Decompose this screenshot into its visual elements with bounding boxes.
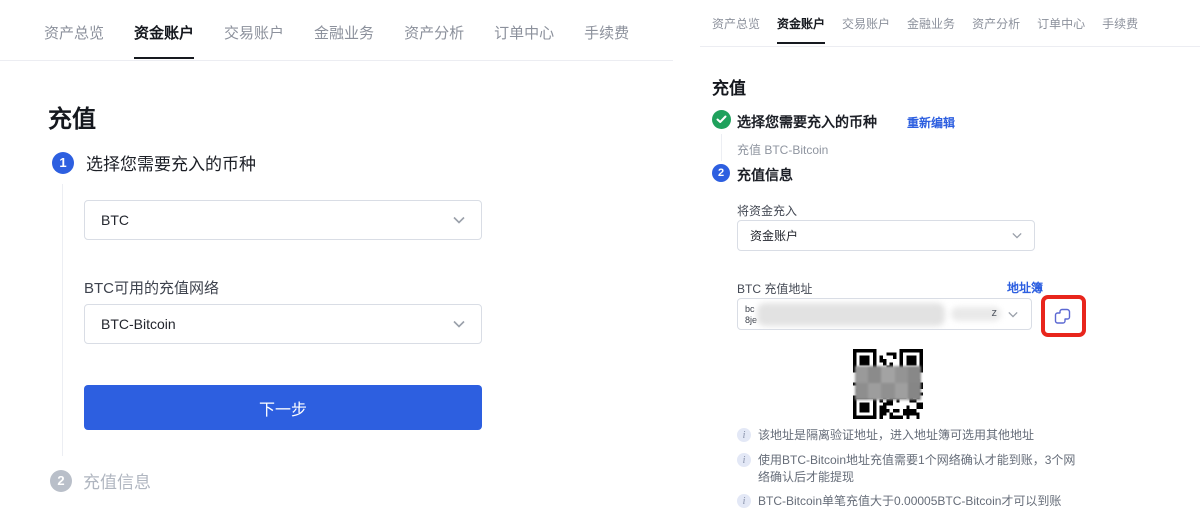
account-select-value: 资金账户: [750, 227, 798, 244]
chevron-down-icon: [1012, 232, 1022, 239]
info-icon: i: [737, 453, 751, 467]
chevron-down-icon: [1008, 311, 1018, 318]
nav-tab-asset-analysis[interactable]: 资产分析: [404, 22, 464, 59]
step-1-badge: 1: [52, 152, 74, 174]
chevron-down-icon: [453, 216, 465, 224]
network-select[interactable]: BTC-Bitcoin: [84, 304, 482, 344]
page-title: 充值: [712, 74, 746, 99]
nav-tab-financial-services[interactable]: 金融业务: [314, 22, 374, 59]
nav-tab-asset-analysis[interactable]: 资产分析: [972, 15, 1020, 44]
nav-tab-fees[interactable]: 手续费: [584, 22, 629, 59]
copy-highlight-annotation-box: [1041, 295, 1086, 337]
note-text: 该地址是隔离验证地址，进入地址簿可选用其他地址: [758, 427, 1080, 444]
chevron-down-icon: [453, 320, 465, 328]
network-select-value: BTC-Bitcoin: [101, 316, 176, 332]
note-item: i 使用BTC-Bitcoin地址充值需要1个网络确认才能到账，3个网络确认后才…: [737, 452, 1080, 486]
check-icon: [712, 110, 731, 129]
nav-tab-trading-account[interactable]: 交易账户: [842, 15, 890, 44]
note-text: 使用BTC-Bitcoin地址充值需要1个网络确认才能到账，3个网络确认后才能提…: [758, 452, 1080, 486]
nav-tab-asset-overview[interactable]: 资产总览: [712, 15, 760, 44]
note-item: i BTC-Bitcoin单笔充值大于0.00005BTC-Bitcoin才可以…: [737, 493, 1080, 510]
step-connector-line: [721, 134, 722, 161]
deposit-address-label: BTC 充值地址: [737, 280, 812, 297]
step-2-header: 2 充值信息: [50, 468, 151, 493]
deposit-address-field[interactable]: bc 8je z: [737, 298, 1032, 330]
step-2-badge: 2: [50, 470, 72, 492]
note-text: BTC-Bitcoin单笔充值大于0.00005BTC-Bitcoin才可以到账: [758, 493, 1080, 510]
address-text: bc 8je: [745, 304, 757, 326]
nav-tab-asset-overview[interactable]: 资产总览: [44, 22, 104, 59]
address-redaction-blur: [757, 303, 945, 326]
network-label: BTC可用的充值网络: [84, 277, 219, 298]
nav-tab-order-center[interactable]: 订单中心: [1037, 15, 1085, 44]
nav-tab-funding-account[interactable]: 资金账户: [134, 22, 194, 59]
step-2-label: 充值信息: [83, 468, 151, 493]
page-title: 充值: [48, 99, 96, 134]
coin-select-value: BTC: [101, 212, 129, 228]
step-1-label: 选择您需要充入的币种: [86, 150, 256, 175]
info-icon: i: [737, 428, 751, 442]
nav-tab-order-center[interactable]: 订单中心: [494, 22, 554, 59]
step-1-summary: 充值 BTC-Bitcoin: [737, 141, 828, 158]
deposit-panel-step2: 资产总览 资金账户 交易账户 金融业务 资产分析 订单中心 手续费 充值 选择您…: [700, 0, 1200, 529]
step-1-header: 1 选择您需要充入的币种: [52, 150, 256, 175]
nav-tab-financial-services[interactable]: 金融业务: [907, 15, 955, 44]
account-nav: 资产总览 资金账户 交易账户 金融业务 资产分析 订单中心 手续费: [0, 0, 673, 61]
address-book-link[interactable]: 地址簿: [1007, 279, 1043, 296]
info-icon: i: [737, 494, 751, 508]
deposit-panel-main: 资产总览 资金账户 交易账户 金融业务 资产分析 订单中心 手续费 充值 1 选…: [0, 0, 673, 529]
re-edit-link[interactable]: 重新编辑: [907, 114, 955, 131]
deposit-page: 资产总览 资金账户 交易账户 金融业务 资产分析 订单中心 手续费 充值 1 选…: [0, 0, 1200, 529]
step-2-label: 充值信息: [737, 165, 793, 185]
qr-redaction-blur: [855, 366, 921, 400]
account-nav-small: 资产总览 资金账户 交易账户 金融业务 资产分析 订单中心 手续费: [700, 0, 1200, 47]
nav-tab-fees[interactable]: 手续费: [1102, 15, 1138, 44]
nav-tab-funding-account[interactable]: 资金账户: [777, 15, 825, 44]
step-connector-line: [62, 184, 63, 456]
coin-select[interactable]: BTC: [84, 200, 482, 240]
account-select[interactable]: 资金账户: [737, 220, 1035, 251]
address-text-tail: z: [992, 307, 998, 319]
funds-to-label: 将资金充入: [737, 202, 797, 219]
nav-tab-trading-account[interactable]: 交易账户: [224, 22, 284, 59]
step-2-badge: 2: [712, 164, 730, 182]
note-item: i 该地址是隔离验证地址，进入地址簿可选用其他地址: [737, 427, 1080, 444]
next-step-button[interactable]: 下一步: [84, 385, 482, 430]
step-1-label: 选择您需要充入的币种: [737, 112, 877, 132]
